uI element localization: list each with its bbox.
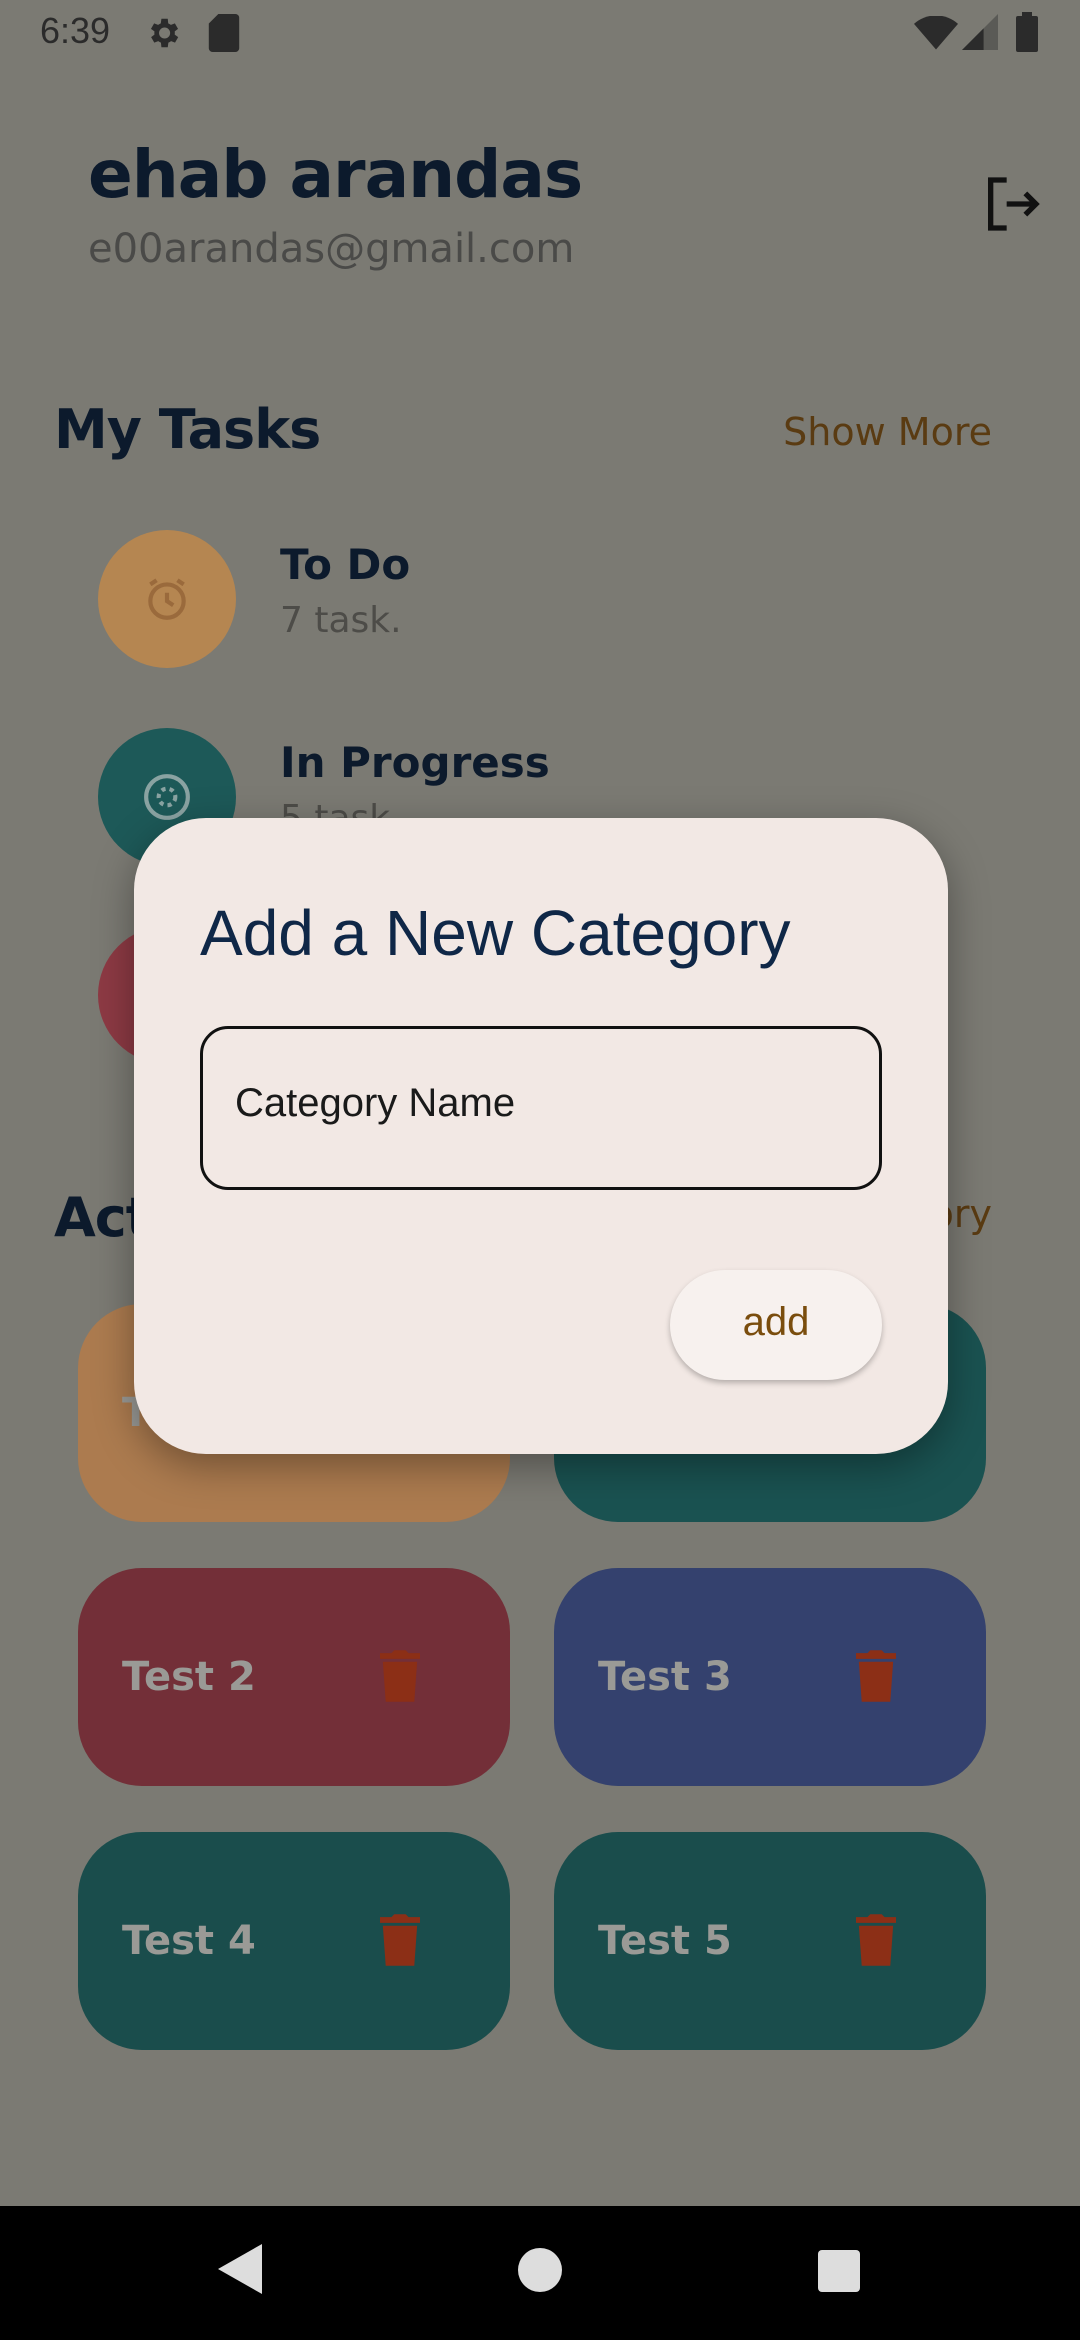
category-name-input[interactable]: Category Name — [200, 1026, 882, 1190]
navigation-bar — [0, 2206, 1080, 2340]
back-icon[interactable] — [218, 2244, 262, 2294]
home-icon[interactable] — [518, 2248, 562, 2292]
recents-icon[interactable] — [818, 2250, 860, 2292]
add-button[interactable]: add — [670, 1270, 882, 1380]
dialog-title: Add a New Category — [200, 897, 791, 969]
add-button-label: add — [742, 1300, 810, 1344]
category-name-label: Category Name — [235, 1081, 516, 1125]
add-category-dialog: Add a New Category Category Name add — [134, 818, 948, 1454]
